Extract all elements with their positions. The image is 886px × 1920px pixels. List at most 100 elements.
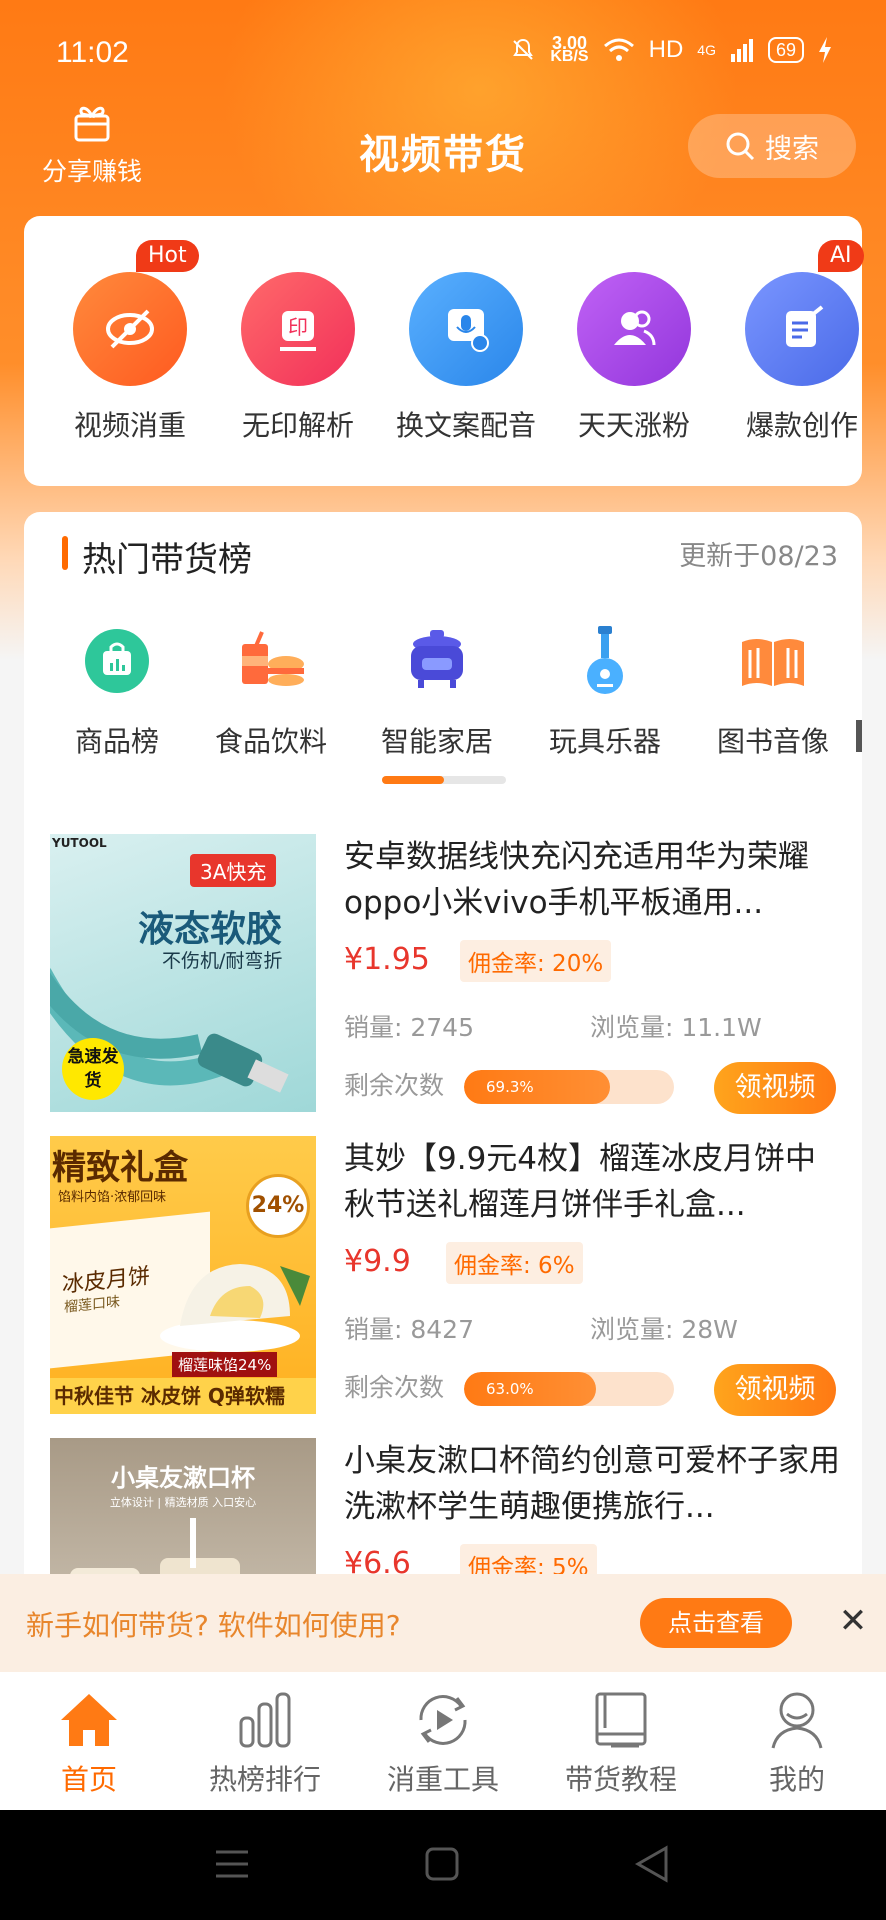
tool-label: 天天涨粉	[577, 409, 690, 442]
product-list: YUTOOL 3A快充 液态软胶 不伤机/耐弯折 急速发货 安卓数据线快充闪充适…	[24, 834, 862, 1614]
category-label: 食品饮料	[214, 725, 327, 754]
next-category-hint	[856, 720, 862, 752]
category-tabs: 商品榜 食品饮料 智能家居 玩具乐器 图书音像	[24, 624, 862, 754]
thumb-subtitle: 馅料内馅·浓郁回味	[58, 1190, 167, 1205]
book-icon	[736, 624, 810, 698]
book-open-icon	[595, 1692, 647, 1748]
product-item[interactable]: YUTOOL 3A快充 液态软胶 不伤机/耐弯折 急速发货 安卓数据线快充闪充适…	[24, 834, 862, 1114]
remaining-percent: 63.0%	[486, 1380, 534, 1398]
app-header: 分享赚钱 视频带货 搜索	[0, 96, 886, 200]
thumb-headline: 小桌友漱口杯	[111, 1464, 255, 1492]
category-label: 玩具乐器	[548, 725, 661, 754]
nav-tutorials[interactable]: 带货教程	[546, 1688, 696, 1798]
remaining-progress: 69.3%	[464, 1070, 674, 1104]
category-tab-food[interactable]: 食品饮料	[196, 624, 346, 754]
stamp-icon: 印	[241, 272, 355, 386]
update-date: 更新于08/23	[679, 541, 838, 572]
product-price: ¥1.95	[344, 942, 430, 977]
get-video-button[interactable]: 领视频	[714, 1062, 836, 1114]
product-views: 浏览量: 28W	[590, 1315, 738, 1344]
back-icon[interactable]	[634, 1844, 670, 1884]
thumb-headline: 液态软胶	[138, 909, 283, 950]
product-thumbnail: YUTOOL 3A快充 液态软胶 不伤机/耐弯折 急速发货	[50, 834, 316, 1112]
tutorial-notice-bar: 新手如何带货? 软件如何使用? 点击查看 ✕	[0, 1574, 886, 1672]
tools-card: Hot 视频消重 印 无印解析 换文案配音 天天涨粉 AI 爆款创作	[24, 216, 864, 486]
play-refresh-icon	[419, 1695, 467, 1745]
product-views: 浏览量: 11.1W	[590, 1013, 762, 1042]
search-button[interactable]: 搜索	[688, 114, 856, 178]
product-price: ¥9.9	[344, 1244, 411, 1279]
nav-label: 我的	[768, 1763, 825, 1796]
category-tab-books[interactable]: 图书音像	[698, 624, 848, 754]
home-icon	[61, 1694, 117, 1746]
product-thumbnail: 精致礼盒 馅料内馅·浓郁回味 24% 冰皮月饼 榴莲口味 榴莲味馅24% 中秋佳…	[50, 1136, 316, 1414]
tool-hit-creation[interactable]: AI 爆款创作	[718, 240, 886, 444]
tool-rewrite-dub[interactable]: 换文案配音	[382, 272, 550, 444]
bag-chart-icon	[80, 624, 154, 698]
tool-label: 爆款创作	[745, 409, 858, 442]
wifi-icon	[603, 38, 634, 61]
tool-watermark-parse[interactable]: 印 无印解析	[214, 272, 382, 444]
nav-home[interactable]: 首页	[14, 1688, 164, 1798]
category-tab-products[interactable]: 商品榜	[42, 624, 192, 754]
tool-label: 换文案配音	[395, 409, 536, 442]
battery-level: 69	[767, 37, 804, 63]
remaining-progress: 63.0%	[464, 1372, 674, 1406]
network-speed: 3.00 KB/S	[550, 34, 589, 65]
category-tab-smart-home[interactable]: 智能家居	[362, 624, 512, 754]
speed-unit: KB/S	[550, 48, 589, 65]
remaining-percent: 69.3%	[486, 1078, 534, 1096]
tool-label: 无印解析	[241, 409, 354, 442]
close-icon[interactable]: ✕	[832, 1600, 874, 1642]
nav-dedupe-tools[interactable]: 消重工具	[368, 1688, 518, 1798]
product-title: 小桌友漱口杯简约创意可爱杯子家用洗漱杯学生萌趣便携旅行...	[344, 1443, 840, 1525]
product-title: 其妙【9.9元4枚】榴莲冰皮月饼中秋节送礼榴莲月饼伴手礼盒...	[344, 1141, 817, 1223]
category-tab-toys[interactable]: 玩具乐器	[530, 624, 680, 754]
home-button-icon[interactable]	[424, 1846, 460, 1882]
tool-grow-fans[interactable]: 天天涨粉	[550, 272, 718, 444]
search-icon	[726, 132, 755, 161]
hot-ranking-header: 热门带货榜 更新于08/23	[24, 512, 862, 602]
section-accent-bar	[62, 536, 68, 570]
signal-icon	[730, 39, 753, 62]
system-nav-bar	[0, 1810, 886, 1920]
commission-badge: 佣金率: 6%	[446, 1242, 583, 1284]
scroll-indicator-thumb	[382, 776, 444, 784]
hot-ranking-card: 热门带货榜 更新于08/23 商品榜 食品饮料 智能家居 玩具乐器 图书音像 Y…	[24, 512, 862, 1614]
users-icon	[577, 272, 691, 386]
nav-label: 热榜排行	[208, 1763, 321, 1796]
guitar-icon	[568, 624, 642, 698]
user-icon	[771, 1692, 823, 1749]
thumb-brand: YUTOOL	[52, 836, 107, 850]
charging-icon	[819, 37, 831, 63]
category-label: 商品榜	[74, 725, 159, 754]
view-now-button[interactable]: 点击查看	[640, 1598, 792, 1648]
ai-badge: AI	[818, 240, 864, 272]
commission-badge: 佣金率: 20%	[460, 940, 612, 982]
thumb-headline: 精致礼盒	[52, 1148, 188, 1188]
bottom-navigation: 首页 热榜排行 消重工具 带货教程 我的	[0, 1672, 886, 1810]
status-bar: 11:02 3.00 KB/S HD 4G 69	[0, 0, 886, 104]
nav-label: 消重工具	[386, 1763, 499, 1796]
nav-profile[interactable]: 我的	[722, 1688, 872, 1798]
hot-ranking-title: 热门带货榜	[82, 540, 252, 580]
product-sales: 销量: 2745	[344, 1013, 474, 1042]
mute-bell-icon	[513, 38, 534, 60]
category-label: 图书音像	[716, 725, 829, 754]
thumb-bottom-banner: 中秋佳节 冰皮饼 Q弹软糯	[50, 1378, 316, 1414]
product-item[interactable]: 精致礼盒 馅料内馅·浓郁回味 24% 冰皮月饼 榴莲口味 榴莲味馅24% 中秋佳…	[24, 1136, 862, 1416]
status-icons: 3.00 KB/S HD 4G 69	[510, 34, 832, 65]
tool-video-dedupe[interactable]: Hot 视频消重	[46, 240, 214, 444]
menu-icon[interactable]	[214, 1848, 250, 1880]
thumb-tag: 3A快充	[190, 854, 277, 887]
search-label: 搜索	[765, 133, 819, 165]
svg-text:印: 印	[288, 315, 308, 339]
nav-hot-ranking[interactable]: 热榜排行	[190, 1688, 340, 1798]
thumb-stamp: 急速发货	[62, 1038, 124, 1100]
thumb-percent: 24%	[246, 1174, 310, 1238]
thumb-flavor-tag: 榴莲味馅24%	[172, 1352, 278, 1377]
get-video-button[interactable]: 领视频	[714, 1364, 836, 1416]
document-edit-icon	[745, 272, 859, 386]
notice-text: 新手如何带货? 软件如何使用?	[26, 1609, 401, 1642]
nav-label: 带货教程	[564, 1763, 677, 1796]
